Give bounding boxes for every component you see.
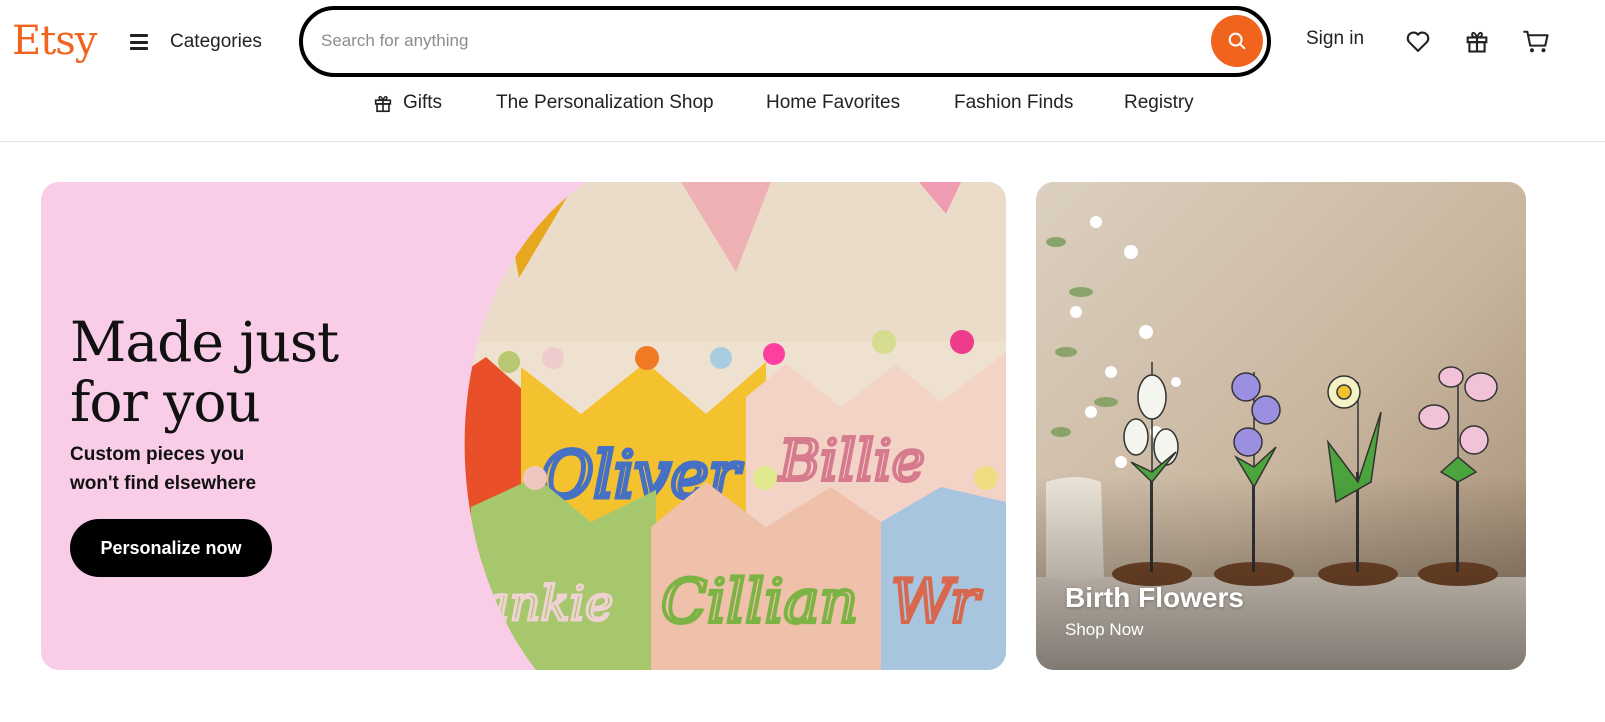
gifts-header-button[interactable] <box>1462 26 1492 56</box>
hamburger-icon <box>130 34 150 50</box>
heart-icon <box>1406 31 1430 52</box>
promo-title: Birth Flowers <box>1065 582 1244 613</box>
search-bar <box>299 6 1271 77</box>
personalize-now-button[interactable]: Personalize now <box>70 519 272 577</box>
categories-label: Categories <box>170 31 262 52</box>
category-nav: Gifts The Personalization Shop Home Favo… <box>0 86 1605 126</box>
nav-item-gifts[interactable]: Gifts <box>372 92 442 114</box>
hero-banner: Oliver Billie ankie Cillian Wr Made just… <box>41 182 1006 670</box>
nav-item-label: Registry <box>1124 92 1194 113</box>
nav-item-personalization-shop[interactable]: The Personalization Shop <box>496 92 714 114</box>
nav-item-label: Fashion Finds <box>954 92 1074 113</box>
crown-name-wren: Wr <box>891 567 982 637</box>
nav-item-fashion-finds[interactable]: Fashion Finds <box>954 92 1073 114</box>
nav-item-label: Home Favorites <box>766 92 901 113</box>
favorites-button[interactable] <box>1403 26 1433 56</box>
cart-icon <box>1523 30 1549 53</box>
crown-name-frankie: ankie <box>481 576 613 632</box>
crown-name-billie: Billie <box>778 429 925 494</box>
categories-button[interactable]: Categories <box>130 24 262 60</box>
crown-name-cillian: Cillian <box>661 567 858 637</box>
nav-item-label: The Personalization Shop <box>496 92 714 113</box>
nav-item-registry[interactable]: Registry <box>1124 92 1194 114</box>
gift-icon <box>374 95 392 113</box>
sign-in-link[interactable]: Sign in <box>1306 28 1364 50</box>
search-input[interactable] <box>321 24 1201 58</box>
shop-now-link[interactable]: Shop Now <box>1065 620 1143 640</box>
nav-item-label: Gifts <box>403 92 443 113</box>
search-icon <box>1228 32 1246 50</box>
birth-flowers-promo[interactable]: Birth Flowers Shop Now <box>1036 182 1526 670</box>
cart-button[interactable] <box>1521 26 1551 56</box>
hero-title: Made just for you <box>70 310 339 434</box>
nav-item-home-favorites[interactable]: Home Favorites <box>766 92 900 114</box>
search-button[interactable] <box>1211 15 1263 67</box>
gift-icon <box>1466 31 1488 53</box>
site-header: Etsy Categories Sign in <box>0 0 1605 142</box>
hero-subtitle: Custom pieces you won't find elsewhere <box>70 444 257 494</box>
etsy-logo[interactable]: Etsy <box>12 16 97 66</box>
